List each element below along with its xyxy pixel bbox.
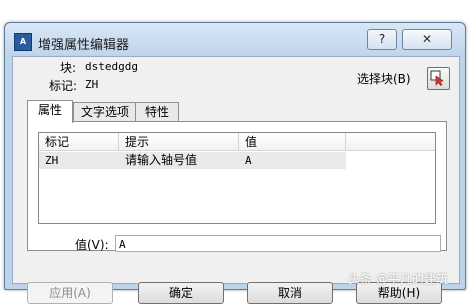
attributes-panel: 标记 提示 值 ZH 请输入轴号值 A: [27, 121, 447, 251]
dialog-body: 块: dstedgdg 标记: ZH 选择块(B) 属性 文字选项 特性 标记 …: [12, 56, 460, 304]
tag-value: ZH: [85, 78, 99, 91]
block-name-value: dstedgdg: [85, 60, 138, 73]
watermark: 头条 @平凡的建筑: [348, 272, 448, 286]
attributes-table: 标记 提示 值 ZH 请输入轴号值 A: [38, 132, 436, 224]
column-header-value[interactable]: 值: [239, 133, 346, 151]
value-field-label: 值(V):: [75, 238, 109, 252]
ok-button[interactable]: 确定: [138, 282, 224, 304]
column-header-tag[interactable]: 标记: [39, 133, 119, 151]
enhanced-attribute-editor-dialog: A 增强属性编辑器 ? ✕ 块: dstedgdg 标记: ZH 选择块(B) …: [4, 22, 466, 304]
apply-button[interactable]: 应用(A): [27, 282, 113, 304]
close-button[interactable]: ✕: [402, 29, 452, 50]
row-tag-cell: ZH: [45, 154, 59, 167]
tab-text-options[interactable]: 文字选项: [73, 102, 137, 122]
tag-label: 标记:: [49, 79, 78, 93]
column-header-prompt[interactable]: 提示: [119, 133, 239, 151]
row-value-cell: A: [245, 154, 252, 167]
window-title: 增强属性编辑器: [38, 38, 130, 53]
select-block-button[interactable]: [427, 67, 450, 90]
value-input[interactable]: A: [115, 235, 441, 252]
title-bar: A 增强属性编辑器 ? ✕: [5, 23, 465, 55]
help-title-button[interactable]: ?: [367, 29, 397, 50]
select-cursor-icon: [430, 70, 444, 86]
tab-properties[interactable]: 特性: [135, 102, 179, 122]
column-header-filler: [346, 133, 435, 151]
row-prompt-cell: 请输入轴号值: [125, 153, 198, 167]
cancel-button[interactable]: 取消: [247, 282, 333, 304]
tab-attributes[interactable]: 属性: [27, 100, 73, 123]
select-block-label: 选择块(B): [357, 72, 411, 86]
table-row[interactable]: ZH 请输入轴号值 A: [39, 152, 346, 169]
block-label: 块:: [60, 61, 77, 75]
app-icon: A: [14, 33, 32, 51]
